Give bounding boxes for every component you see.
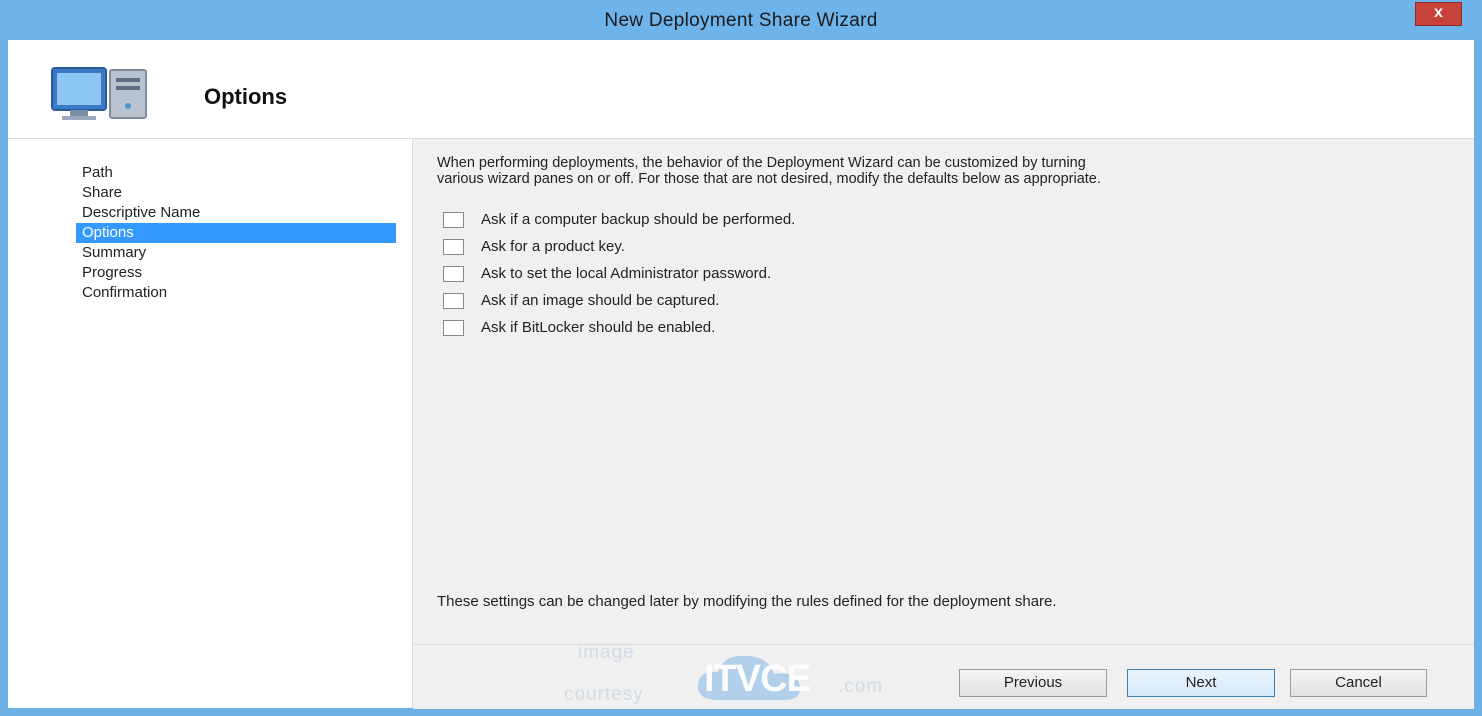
wizard-header: Options xyxy=(8,40,1474,139)
option-label: Ask to set the local Administrator passw… xyxy=(481,265,772,282)
intro-text: When performing deployments, the behavio… xyxy=(437,155,1457,187)
computer-wizard-icon xyxy=(51,67,147,120)
button-bar: Previous Next Cancel xyxy=(413,644,1474,709)
checkbox[interactable] xyxy=(443,293,464,309)
footer-note: These settings can be changed later by m… xyxy=(437,593,1057,610)
checkbox[interactable] xyxy=(443,239,464,255)
checkbox[interactable] xyxy=(443,266,464,282)
title-bar[interactable]: New Deployment Share Wizard x xyxy=(0,0,1482,40)
option-label: Ask if BitLocker should be enabled. xyxy=(481,319,716,336)
intro-line-2: various wizard panes on or off. For thos… xyxy=(437,171,1101,187)
window-title: New Deployment Share Wizard xyxy=(604,10,878,31)
sidebar-item-descriptive-name[interactable]: Descriptive Name xyxy=(76,203,396,223)
close-button[interactable]: x xyxy=(1415,2,1462,26)
page-title: Options xyxy=(204,84,288,109)
checkbox[interactable] xyxy=(443,212,464,228)
option-label: Ask if a computer backup should be perfo… xyxy=(481,211,796,228)
sidebar-item-confirmation[interactable]: Confirmation xyxy=(76,283,396,303)
sidebar-item-path[interactable]: Path xyxy=(76,163,396,183)
next-button[interactable]: Next xyxy=(1127,669,1275,697)
wizard-client-area: Options Path Share Descriptive Name Opti… xyxy=(8,40,1474,709)
wizard-steps-sidebar: Path Share Descriptive Name Options Summ… xyxy=(8,139,413,708)
sidebar-item-summary[interactable]: Summary xyxy=(76,243,396,263)
wizard-window: New Deployment Share Wizard x Options Pa… xyxy=(0,0,1482,716)
sidebar-item-options[interactable]: Options xyxy=(76,223,396,243)
intro-line-1: When performing deployments, the behavio… xyxy=(437,155,1086,171)
options-panel: When performing deployments, the behavio… xyxy=(413,139,1474,644)
previous-button[interactable]: Previous xyxy=(959,669,1107,697)
sidebar-item-progress[interactable]: Progress xyxy=(76,263,396,283)
sidebar-item-share[interactable]: Share xyxy=(76,183,396,203)
option-label: Ask if an image should be captured. xyxy=(481,292,720,309)
cancel-button[interactable]: Cancel xyxy=(1290,669,1427,697)
option-label: Ask for a product key. xyxy=(481,238,625,255)
checkbox[interactable] xyxy=(443,320,464,336)
